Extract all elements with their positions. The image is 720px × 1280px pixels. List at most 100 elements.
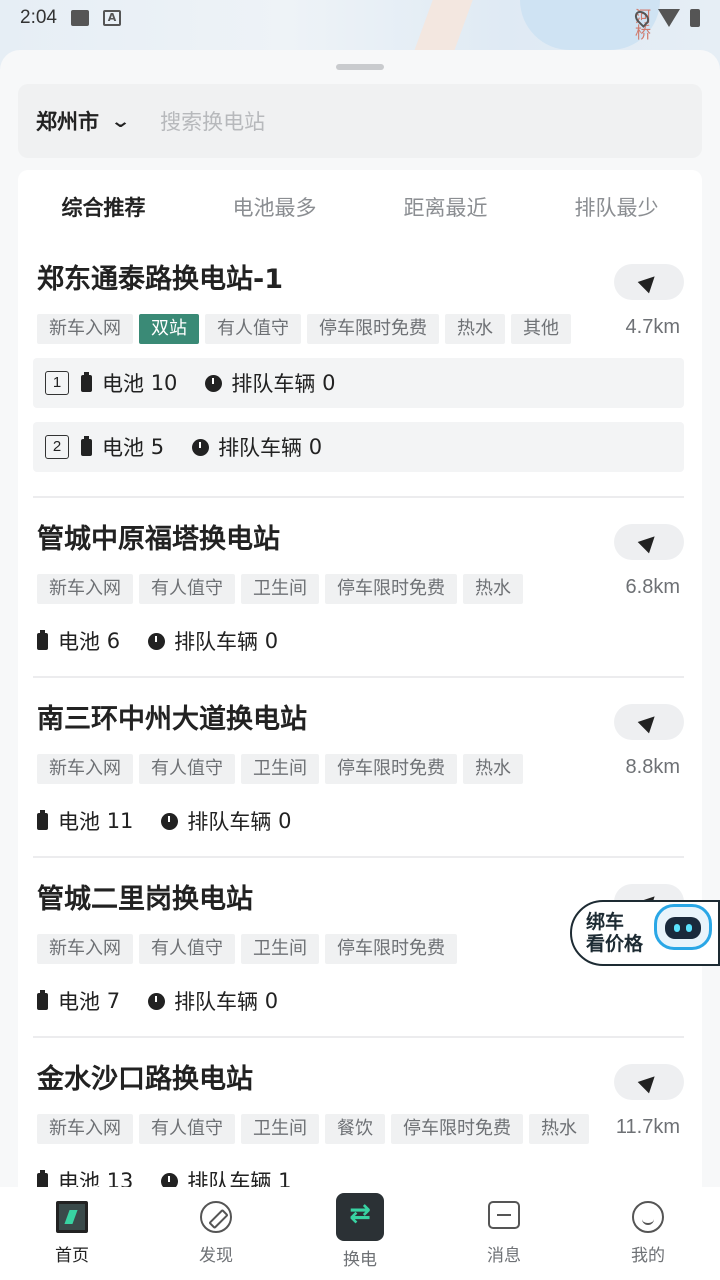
robot-mascot-icon — [648, 898, 716, 964]
station-tags: 新车入网 双站 有人值守 停车限时免费 热水 其他 — [37, 314, 571, 344]
queue-count: 0 — [308, 435, 323, 459]
nav-profile[interactable]: 我的 — [576, 1187, 720, 1280]
battery-count: 7 — [106, 989, 121, 1013]
battery-icon — [37, 809, 48, 830]
station-tags: 新车入网 有人值守 卫生间 餐饮 停车限时免费 热水 — [37, 1114, 589, 1144]
station-sheet: 郑州市 ⌄ 搜索换电站 综合推荐 电池最多 距离最近 排队最少 郑东通泰路换电站… — [0, 50, 720, 1190]
queue-label: 排队车辆 — [174, 630, 259, 654]
battery-label: 电池 — [102, 436, 144, 460]
robot-eye — [674, 924, 680, 932]
battery-label: 电池 — [58, 990, 100, 1014]
promo-text: 绑车 看价格 — [586, 911, 643, 955]
nav-label: 换电 — [343, 1250, 377, 1270]
queue-label: 排队车辆 — [231, 372, 316, 396]
tag: 停车限时免费 — [325, 934, 457, 964]
tag: 新车入网 — [37, 1114, 133, 1144]
tag: 新车入网 — [37, 934, 133, 964]
city-selector[interactable]: 郑州市 — [36, 106, 99, 136]
station-tags: 新车入网 有人值守 卫生间 停车限时免费 热水 — [37, 574, 523, 604]
clock-icon — [161, 812, 179, 830]
tag: 有人值守 — [139, 574, 235, 604]
nav-discover[interactable]: 发现 — [144, 1187, 288, 1280]
message-icon — [488, 1201, 520, 1229]
robot-head — [654, 904, 712, 950]
station-distance: 6.8km — [625, 576, 680, 598]
chevron-down-icon[interactable]: ⌄ — [110, 111, 131, 132]
battery-label: 电池 — [58, 630, 100, 654]
nav-label: 首页 — [55, 1246, 89, 1266]
clock-icon — [148, 992, 166, 1010]
battery-count: 6 — [106, 629, 121, 653]
tag: 新车入网 — [37, 574, 133, 604]
sub-station-number: 1 — [45, 371, 69, 395]
battery-count: 10 — [150, 371, 178, 395]
station-tags: 新车入网 有人值守 卫生间 停车限时免费 热水 — [37, 754, 523, 784]
swap-icon — [336, 1193, 384, 1241]
location-icon — [632, 8, 652, 28]
search-bar: 郑州市 ⌄ 搜索换电站 — [18, 84, 702, 158]
tab-least-queue[interactable]: 排队最少 — [531, 188, 702, 228]
station-status: 电池 6 排队车辆 0 — [37, 626, 278, 656]
station-status: 电池 7 排队车辆 0 — [37, 986, 278, 1016]
tag: 热水 — [529, 1114, 589, 1144]
battery-icon — [81, 371, 92, 392]
station-item[interactable]: 南三环中州大道换电站 8.8km 新车入网 有人值守 卫生间 停车限时免费 热水… — [33, 702, 684, 842]
tag: 停车限时免费 — [391, 1114, 523, 1144]
battery-label: 电池 — [58, 810, 100, 834]
search-input[interactable]: 搜索换电站 — [160, 106, 265, 136]
station-distance: 4.7km — [625, 316, 680, 338]
status-bar: 2:04 A — [0, 0, 720, 36]
drag-handle[interactable] — [336, 64, 384, 70]
navigation-arrow-icon — [637, 710, 661, 734]
tag: 卫生间 — [241, 754, 319, 784]
station-name: 管城中原福塔换电站 — [37, 524, 280, 555]
tag: 餐饮 — [325, 1114, 385, 1144]
navigate-button[interactable] — [614, 1064, 684, 1100]
a-icon: A — [102, 10, 121, 26]
station-item[interactable]: 金水沙口路换电站 11.7km 新车入网 有人值守 卫生间 餐饮 停车限时免费 … — [33, 1062, 684, 1190]
station-tags: 新车入网 有人值守 卫生间 停车限时免费 — [37, 934, 457, 964]
promo-line2: 看价格 — [586, 933, 644, 955]
tag: 新车入网 — [37, 314, 133, 344]
tab-most-batteries[interactable]: 电池最多 — [189, 188, 360, 228]
navigation-arrow-icon — [637, 530, 661, 554]
tag: 有人值守 — [139, 934, 235, 964]
nav-home[interactable]: 首页 — [0, 1187, 144, 1280]
station-item[interactable]: 管城中原福塔换电站 6.8km 新车入网 有人值守 卫生间 停车限时免费 热水 … — [33, 522, 684, 662]
tag: 有人值守 — [205, 314, 301, 344]
sub-station-number: 2 — [45, 435, 69, 459]
navigate-button[interactable] — [614, 264, 684, 300]
station-name: 郑东通泰路换电站-1 — [37, 264, 283, 295]
clock-icon — [192, 438, 210, 456]
queue-count: 0 — [264, 989, 279, 1013]
tag: 其他 — [511, 314, 571, 344]
nav-messages[interactable]: 消息 — [432, 1187, 576, 1280]
battery-status-icon — [690, 9, 700, 27]
bind-car-promo-button[interactable]: 绑车 看价格 — [570, 900, 720, 966]
navigate-button[interactable] — [614, 524, 684, 560]
battery-label: 电池 — [102, 372, 144, 396]
battery-icon — [37, 989, 48, 1010]
navigation-arrow-icon — [637, 270, 661, 294]
profile-icon — [632, 1201, 664, 1233]
tab-nearest[interactable]: 距离最近 — [360, 188, 531, 228]
navigate-button[interactable] — [614, 704, 684, 740]
clock-icon — [205, 374, 223, 392]
tag: 新车入网 — [37, 754, 133, 784]
station-name: 金水沙口路换电站 — [37, 1064, 253, 1095]
robot-face — [665, 917, 701, 939]
queue-label: 排队车辆 — [187, 810, 272, 834]
status-right — [632, 8, 700, 28]
station-item[interactable]: 郑东通泰路换电站-1 4.7km 新车入网 双站 有人值守 停车限时免费 热水 … — [33, 262, 684, 492]
queue-count: 0 — [278, 809, 292, 833]
queue-count: 0 — [264, 629, 279, 653]
tab-recommended[interactable]: 综合推荐 — [18, 188, 189, 228]
tag: 卫生间 — [241, 1114, 319, 1144]
tag: 卫生间 — [241, 574, 319, 604]
tag: 热水 — [463, 574, 523, 604]
battery-icon — [37, 629, 48, 650]
nav-swap[interactable]: 换电 — [288, 1187, 432, 1280]
image-icon — [70, 10, 89, 26]
tag: 有人值守 — [139, 754, 235, 784]
station-status: 电池 11 排队车辆 0 — [37, 806, 291, 836]
